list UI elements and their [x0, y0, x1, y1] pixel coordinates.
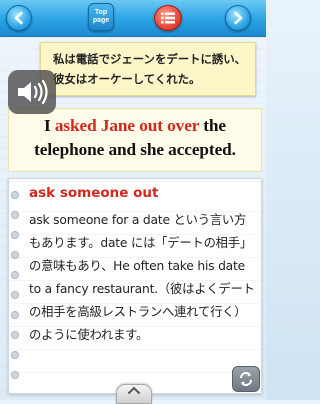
japanese-sentence: 私は電話でジェーンをデートに誘い、彼女はオーケーしてくれた。	[53, 52, 247, 86]
top-page-button[interactable]: Top page	[88, 3, 114, 31]
next-button[interactable]	[225, 5, 251, 31]
japanese-sentence-card: 私は電話でジェーンをデートに誘い、彼女はオーケーしてくれた。	[40, 42, 256, 96]
list-icon	[161, 12, 175, 24]
audio-button[interactable]	[8, 70, 56, 114]
chevron-up-icon	[128, 386, 140, 394]
english-sentence-box: I asked Jane out over the telephone and …	[8, 108, 262, 172]
explanation-card: ask someone out ask someone for a date と…	[8, 178, 262, 394]
top-toolbar: Top page	[0, 0, 266, 37]
binder-ring	[11, 351, 19, 359]
english-sentence-start: I	[43, 116, 55, 135]
binder-ring	[11, 371, 19, 379]
list-button[interactable]	[154, 5, 182, 31]
english-sentence: I asked Jane out over the telephone and …	[9, 114, 261, 162]
binder-ring	[11, 331, 19, 339]
back-button[interactable]	[6, 5, 32, 31]
left-arrow-icon	[14, 11, 23, 25]
binder-ring	[11, 311, 19, 319]
binder-ring	[11, 291, 19, 299]
speaker-icon	[18, 79, 48, 105]
binder-ring	[11, 191, 19, 199]
binder-ring	[11, 271, 19, 279]
repeat-icon	[240, 372, 252, 386]
bottom-pull-tab[interactable]	[116, 384, 152, 404]
binder-ring	[11, 231, 19, 239]
binder-ring	[11, 211, 19, 219]
binder-ring	[11, 251, 19, 259]
binder-rings	[11, 185, 19, 385]
phrase-heading: ask someone out	[29, 185, 159, 201]
right-arrow-icon	[234, 11, 243, 25]
explanation-text: ask someone for a date という言い方もあります。date …	[29, 213, 255, 342]
top-page-label: Top page	[92, 9, 110, 24]
repeat-button[interactable]	[232, 366, 260, 392]
english-sentence-highlight: asked Jane out over	[54, 116, 200, 135]
